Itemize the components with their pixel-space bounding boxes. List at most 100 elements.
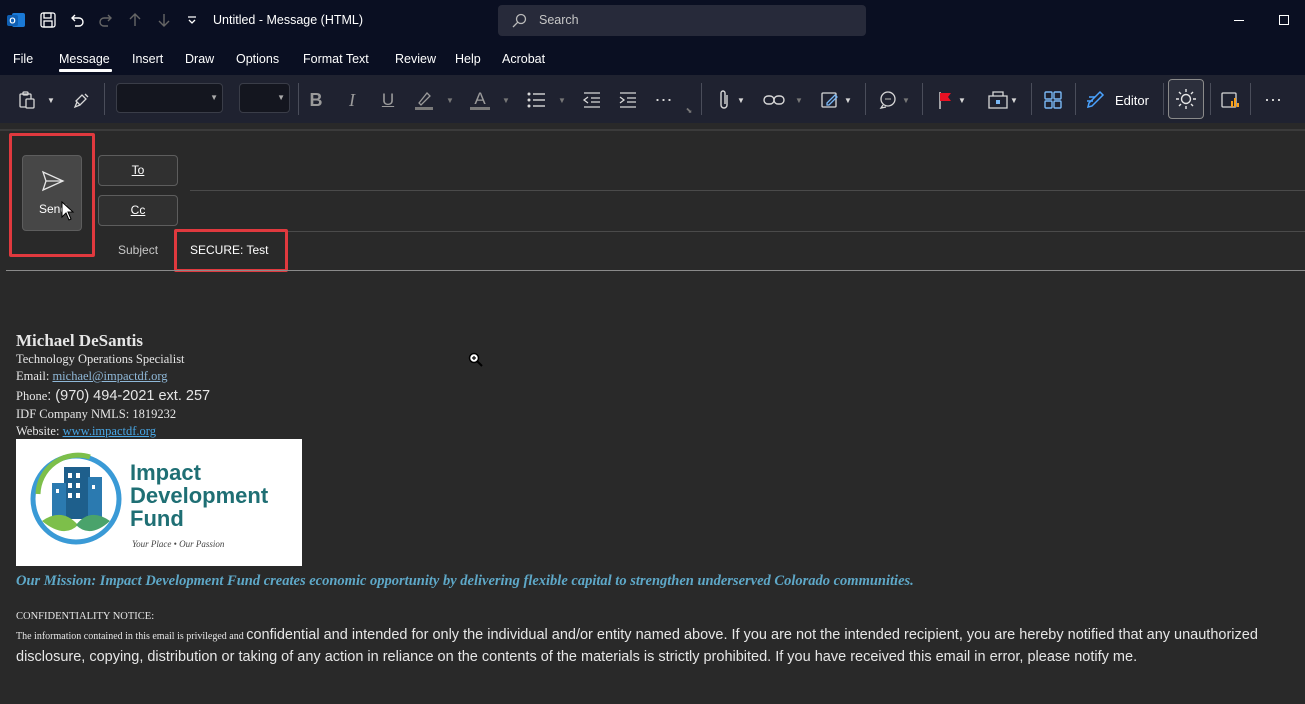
link-dropdown-icon[interactable]: ▼ xyxy=(793,88,805,112)
font-color-bar xyxy=(470,106,490,110)
menu-draw[interactable]: Draw xyxy=(185,52,214,66)
website-link[interactable]: www.impactdf.org xyxy=(63,424,156,438)
bullets-icon[interactable] xyxy=(524,88,548,112)
menu-format-text[interactable]: Format Text xyxy=(303,52,369,66)
to-input[interactable] xyxy=(190,157,1300,189)
ribbon: ▼ ▼ ▼ B I U ▼ A ▼ ▼ ⋯ ⬊ ▼ ▼ ▼ ▼ ▼ ▼ Edit… xyxy=(0,75,1305,123)
paste-dropdown-icon[interactable]: ▼ xyxy=(44,88,58,112)
save-icon[interactable] xyxy=(37,9,59,31)
search-placeholder: Search xyxy=(539,13,579,27)
cc-button[interactable]: Cc xyxy=(98,195,178,226)
font-size-combo[interactable]: ▼ xyxy=(239,83,290,113)
confidentiality-title: CONFIDENTIALITY NOTICE: xyxy=(16,611,155,622)
signature-dropdown-icon[interactable]: ▼ xyxy=(842,88,854,112)
attach-file-icon[interactable] xyxy=(713,88,735,112)
signature-name: Michael DeSantis xyxy=(16,331,144,350)
menu-options[interactable]: Options xyxy=(236,52,279,66)
italic-button[interactable]: I xyxy=(340,88,364,112)
ribbon-separator xyxy=(1163,83,1164,115)
logo-line-3: Fund xyxy=(130,506,184,531)
menu-file[interactable]: File xyxy=(13,52,33,66)
bullets-dropdown-icon[interactable]: ▼ xyxy=(555,88,569,112)
logo-building-icon xyxy=(30,452,122,545)
viva-insights-icon[interactable] xyxy=(1218,88,1242,112)
ribbon-separator xyxy=(1031,83,1032,115)
cc-input[interactable] xyxy=(190,197,1300,229)
more-options-icon[interactable]: ⋯ xyxy=(1261,88,1285,112)
phone-label: Phone xyxy=(16,389,48,403)
to-button[interactable]: To xyxy=(98,155,178,186)
flag-dropdown-icon[interactable]: ▼ xyxy=(956,88,968,112)
menu-insert[interactable]: Insert xyxy=(132,52,163,66)
underline-button[interactable]: U xyxy=(376,88,400,112)
link-icon[interactable] xyxy=(761,88,787,112)
cc-field-line xyxy=(190,231,1305,232)
highlight-box-send xyxy=(9,133,95,257)
arrow-down-icon xyxy=(153,9,175,31)
logo-tagline: Your Place • Our Passion xyxy=(132,539,225,549)
to-field-line xyxy=(190,190,1305,191)
ribbon-separator xyxy=(298,83,299,115)
zoom-cursor-icon xyxy=(468,352,483,367)
subject-field-line xyxy=(6,270,1305,271)
apps-icon[interactable] xyxy=(1041,88,1065,112)
title-bar: O Untitled - Message (HTML) Search xyxy=(0,0,1305,42)
chevron-down-icon: ▼ xyxy=(277,93,285,102)
font-color-glyph: A xyxy=(474,88,486,108)
editor-label: Editor xyxy=(1115,92,1149,108)
search-box[interactable]: Search xyxy=(498,5,866,36)
search-icon xyxy=(512,13,527,28)
sun-icon xyxy=(1176,89,1196,109)
flag-icon[interactable] xyxy=(934,88,956,112)
format-painter-icon[interactable] xyxy=(70,88,94,112)
font-family-combo[interactable]: ▼ xyxy=(116,83,223,113)
menu-message[interactable]: Message xyxy=(59,52,110,66)
font-color-dropdown-icon[interactable]: ▼ xyxy=(499,88,513,112)
svg-text:O: O xyxy=(9,17,15,26)
redo-icon xyxy=(95,9,117,31)
more-formatting-icon[interactable]: ⋯ xyxy=(652,88,676,112)
menu-bar: File Message Insert Draw Options Format … xyxy=(0,42,1305,75)
decrease-indent-icon[interactable] xyxy=(580,88,604,112)
comment-icon[interactable] xyxy=(876,88,900,112)
dialog-launcher-icon[interactable]: ⬊ xyxy=(684,105,694,115)
phone-number: : (970) 494-2021 ext. 257 xyxy=(47,388,211,404)
paste-icon[interactable] xyxy=(14,88,40,112)
theme-toggle-button[interactable] xyxy=(1168,79,1204,119)
menu-acrobat[interactable]: Acrobat xyxy=(502,52,545,66)
confidentiality-text-small: The information contained in this email … xyxy=(16,631,247,642)
logo-text: Impact Development Fund xyxy=(130,461,268,530)
increase-indent-icon[interactable] xyxy=(616,88,640,112)
bold-button[interactable]: B xyxy=(304,88,328,112)
ribbon-separator xyxy=(1210,83,1211,115)
comment-dropdown-icon[interactable]: ▼ xyxy=(900,88,912,112)
window-title: Untitled - Message (HTML) xyxy=(213,13,364,27)
undo-icon[interactable] xyxy=(66,9,88,31)
editor-button[interactable]: Editor xyxy=(1085,88,1155,112)
ribbon-separator xyxy=(865,83,866,115)
subject-label: Subject xyxy=(118,243,159,257)
minimize-button[interactable] xyxy=(1234,20,1244,21)
attach-dropdown-icon[interactable]: ▼ xyxy=(735,88,747,112)
confidentiality-text: The information contained in this email … xyxy=(16,625,1301,667)
cc-label: Cc xyxy=(130,203,146,217)
sensitivity-dropdown-icon[interactable]: ▼ xyxy=(1008,88,1020,112)
sensitivity-icon[interactable] xyxy=(986,88,1010,112)
mouse-cursor-icon xyxy=(61,201,75,221)
maximize-button[interactable] xyxy=(1279,15,1289,25)
company-logo: Impact Development Fund Your Place • Our… xyxy=(16,439,302,566)
chevron-down-icon: ▼ xyxy=(210,93,218,102)
outlook-icon[interactable]: O xyxy=(5,9,27,31)
highlight-dropdown-icon[interactable]: ▼ xyxy=(443,88,457,112)
website-label: Website: xyxy=(16,424,63,438)
email-label: Email: xyxy=(16,369,53,383)
customize-toolbar-icon[interactable] xyxy=(181,9,203,31)
highlight-icon[interactable] xyxy=(411,88,437,112)
signature-email-row: Email: michael@impactdf.org xyxy=(16,369,168,384)
menu-help[interactable]: Help xyxy=(455,52,481,66)
ribbon-separator xyxy=(701,83,702,115)
font-color-button[interactable]: A xyxy=(467,88,493,112)
email-link[interactable]: michael@impactdf.org xyxy=(52,369,167,383)
signature-icon[interactable] xyxy=(818,88,842,112)
menu-review[interactable]: Review xyxy=(395,52,436,66)
